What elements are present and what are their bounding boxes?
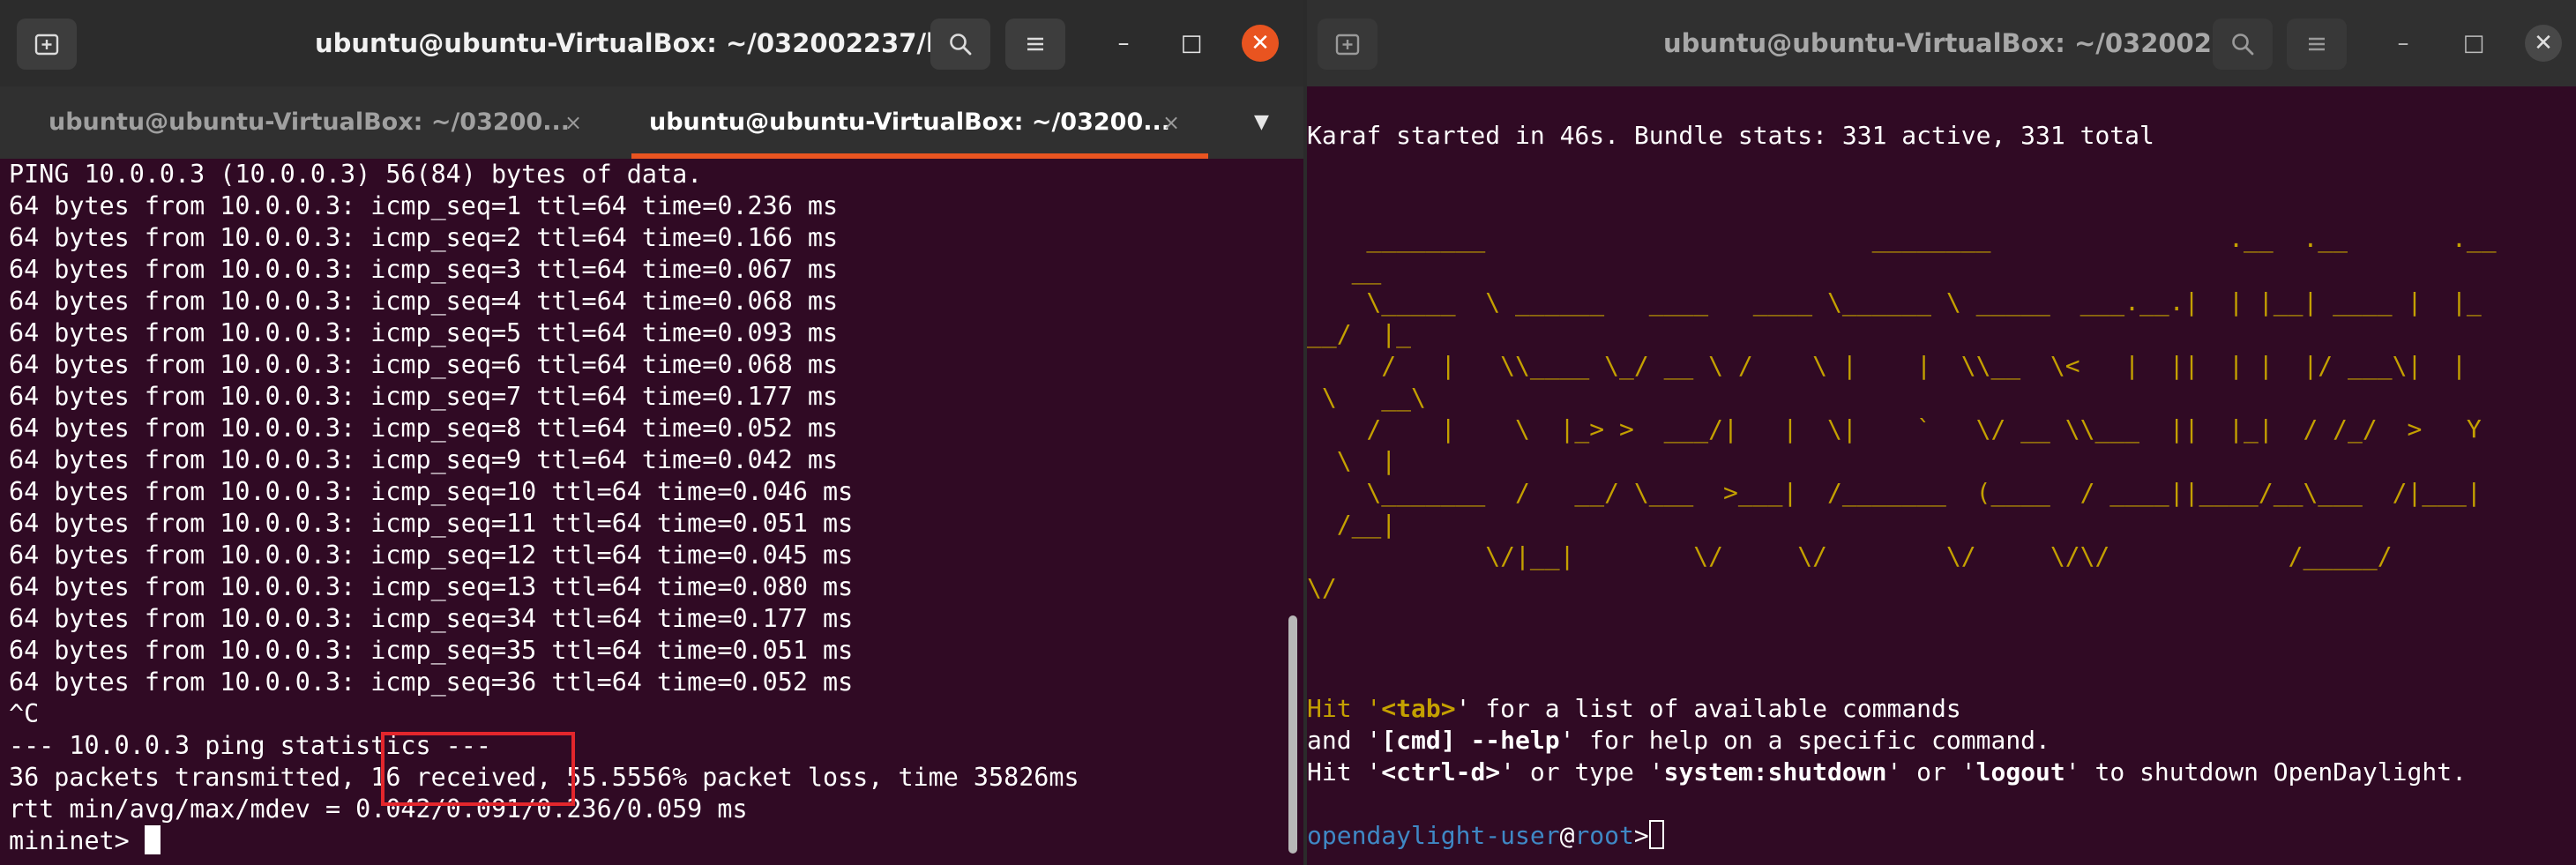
help-text: ' to shutdown OpenDaylight.: [2065, 757, 2467, 787]
new-tab-button[interactable]: [1318, 19, 1378, 70]
tab-close-icon[interactable]: ×: [1162, 86, 1180, 159]
help-text: ' for a list of available commands: [1455, 694, 1961, 723]
terminal-line: 64 bytes from 10.0.0.3: icmp_seq=3 ttl=6…: [9, 255, 839, 284]
left-terminal-window: ubuntu@ubuntu-VirtualBox: ~/032002237/la…: [0, 0, 1303, 865]
help-command: <ctrl-d>: [1381, 757, 1501, 787]
tab-label: ubuntu@ubuntu-VirtualBox: ~/03200...: [49, 108, 571, 136]
left-titlebar: ubuntu@ubuntu-VirtualBox: ~/032002237/la…: [0, 0, 1303, 86]
help-text: Hit ': [1307, 694, 1382, 723]
terminal-line: 64 bytes from 10.0.0.3: icmp_seq=8 ttl=6…: [9, 414, 839, 443]
terminal-line: PING 10.0.0.3 (10.0.0.3) 56(84) bytes of…: [9, 160, 703, 189]
right-titlebar: ubuntu@ubuntu-VirtualBox: ~/032002237 – …: [1307, 0, 2576, 86]
opendaylight-banner-line: \/|__| \/ \/ \/ \/\/ /_____/: [1307, 541, 2393, 570]
terminal-line: 64 bytes from 10.0.0.3: icmp_seq=12 ttl=…: [9, 541, 854, 570]
window-title: ubuntu@ubuntu-VirtualBox: ~/032002237/la…: [315, 28, 989, 58]
tab-close-icon[interactable]: ×: [564, 86, 582, 159]
minimize-button[interactable]: –: [1105, 25, 1142, 62]
prompt-at: @: [1559, 821, 1575, 850]
help-text: and ': [1307, 726, 1382, 755]
help-text: ' for help on a specific command.: [1559, 726, 2050, 755]
prompt-separator: >: [1633, 821, 1649, 850]
close-button[interactable]: ✕: [2525, 25, 2562, 62]
terminal-line: 64 bytes from 10.0.0.3: icmp_seq=1 ttl=6…: [9, 191, 839, 220]
terminal-line: 64 bytes from 10.0.0.3: icmp_seq=6 ttl=6…: [9, 350, 839, 379]
prompt-host: root: [1574, 821, 1634, 850]
terminal-line: 64 bytes from 10.0.0.3: icmp_seq=10 ttl=…: [9, 477, 854, 506]
help-command: [cmd] --help: [1381, 726, 1560, 755]
terminal-line: 64 bytes from 10.0.0.3: icmp_seq=2 ttl=6…: [9, 223, 839, 252]
terminal-line: 64 bytes from 10.0.0.3: icmp_seq=5 ttl=6…: [9, 318, 839, 347]
opendaylight-banner-line: / | \ |_> > ___/| | \| ` \/ __ \\___ || …: [1307, 414, 2482, 444]
tab-label: ubuntu@ubuntu-VirtualBox: ~/03200...: [649, 108, 1171, 136]
help-text: ' or type ': [1500, 757, 1664, 787]
opendaylight-banner-line: \ |: [1307, 446, 1397, 475]
search-icon: [950, 34, 972, 56]
terminal-line: 64 bytes from 10.0.0.3: icmp_seq=7 ttl=6…: [9, 382, 839, 411]
hamburger-menu-icon: [1027, 37, 1043, 51]
text-cursor: [1648, 820, 1664, 849]
help-command: <tab>: [1381, 694, 1456, 723]
karaf-prompt-line[interactable]: opendaylight-user@root>: [1307, 820, 1664, 852]
tab-inactive[interactable]: ubuntu@ubuntu-VirtualBox: ~/03200... ×: [9, 86, 631, 159]
prompt-line[interactable]: mininet>: [9, 825, 161, 857]
terminal-line: 64 bytes from 10.0.0.3: icmp_seq=35 ttl=…: [9, 636, 854, 665]
help-line-tab: Hit '<tab>' for a list of available comm…: [1307, 693, 1961, 725]
opendaylight-banner-line: \_____ \ ______ ____ ____ \______ \ ____…: [1307, 287, 2482, 317]
left-terminal-output[interactable]: PING 10.0.0.3 (10.0.0.3) 56(84) bytes of…: [0, 159, 1303, 865]
tab-active[interactable]: ubuntu@ubuntu-VirtualBox: ~/03200... ×: [631, 86, 1208, 159]
tab-list-dropdown-icon[interactable]: ▼: [1254, 86, 1269, 159]
hamburger-menu-icon: [2309, 37, 2325, 51]
opendaylight-banner-line: \/: [1307, 573, 1337, 602]
menu-button[interactable]: [1005, 19, 1065, 70]
new-tab-button[interactable]: [17, 19, 77, 70]
help-text: Hit ': [1307, 757, 1382, 787]
menu-button[interactable]: [2287, 19, 2347, 70]
help-text: ' or ': [1886, 757, 1976, 787]
help-line-shutdown: Hit '<ctrl-d>' or type 'system:shutdown'…: [1307, 757, 2467, 788]
terminal-line: 64 bytes from 10.0.0.3: icmp_seq=34 ttl=…: [9, 604, 854, 633]
help-command: logout: [1975, 757, 2065, 787]
terminal-line: Karaf started in 46s. Bundle stats: 331 …: [1307, 121, 2154, 150]
help-command: system:shutdown: [1663, 757, 1887, 787]
opendaylight-banner-line: ________ ________ .__ .__ .__: [1307, 224, 2497, 253]
seq-gap-highlight-box: [381, 732, 575, 806]
opendaylight-banner-line: __: [1307, 256, 1382, 285]
opendaylight-banner-line: \_______ / __/ \___ >___| /_______ (____…: [1307, 478, 2482, 507]
search-button[interactable]: [930, 19, 990, 70]
window-title: ubuntu@ubuntu-VirtualBox: ~/032002237: [1663, 28, 2266, 58]
right-terminal-window: ubuntu@ubuntu-VirtualBox: ~/032002237 – …: [1307, 0, 2576, 865]
scrollbar-thumb[interactable]: [1288, 615, 1297, 854]
maximize-button[interactable]: □: [2455, 25, 2492, 62]
new-tab-icon: [1335, 34, 1360, 56]
close-button[interactable]: ✕: [1242, 25, 1279, 62]
help-line-cmd: and '[cmd] --help' for help on a specifi…: [1307, 725, 2050, 757]
text-cursor: [144, 825, 161, 854]
opendaylight-banner-line: __/ |_: [1307, 319, 1412, 348]
terminal-line: 64 bytes from 10.0.0.3: icmp_seq=9 ttl=6…: [9, 445, 839, 474]
search-button[interactable]: [2213, 19, 2273, 70]
opendaylight-banner-line: \ __\: [1307, 383, 1426, 412]
terminal-line: rtt min/avg/max/mdev = 0.042/0.091/0.236…: [9, 794, 748, 824]
maximize-button[interactable]: □: [1173, 25, 1210, 62]
opendaylight-banner-line: / | \\____ \_/ __ \ / \ | | \\__ \< | ||…: [1307, 351, 2467, 380]
minimize-button[interactable]: –: [2385, 25, 2422, 62]
terminal-line: 64 bytes from 10.0.0.3: icmp_seq=13 ttl=…: [9, 572, 854, 601]
search-icon: [2232, 34, 2254, 56]
opendaylight-banner-line: /__|: [1307, 510, 1397, 539]
prompt-user: opendaylight-user: [1307, 821, 1560, 850]
mininet-prompt: mininet>: [9, 826, 145, 855]
right-terminal-output[interactable]: Karaf started in 46s. Bundle stats: 331 …: [1307, 86, 2576, 865]
terminal-line: 64 bytes from 10.0.0.3: icmp_seq=4 ttl=6…: [9, 287, 839, 316]
new-tab-icon: [34, 34, 59, 56]
tab-bar: ubuntu@ubuntu-VirtualBox: ~/03200... × u…: [0, 86, 1303, 159]
terminal-line: 64 bytes from 10.0.0.3: icmp_seq=36 ttl=…: [9, 667, 854, 697]
terminal-line: ^C: [9, 699, 40, 728]
terminal-line: 64 bytes from 10.0.0.3: icmp_seq=11 ttl=…: [9, 509, 854, 538]
